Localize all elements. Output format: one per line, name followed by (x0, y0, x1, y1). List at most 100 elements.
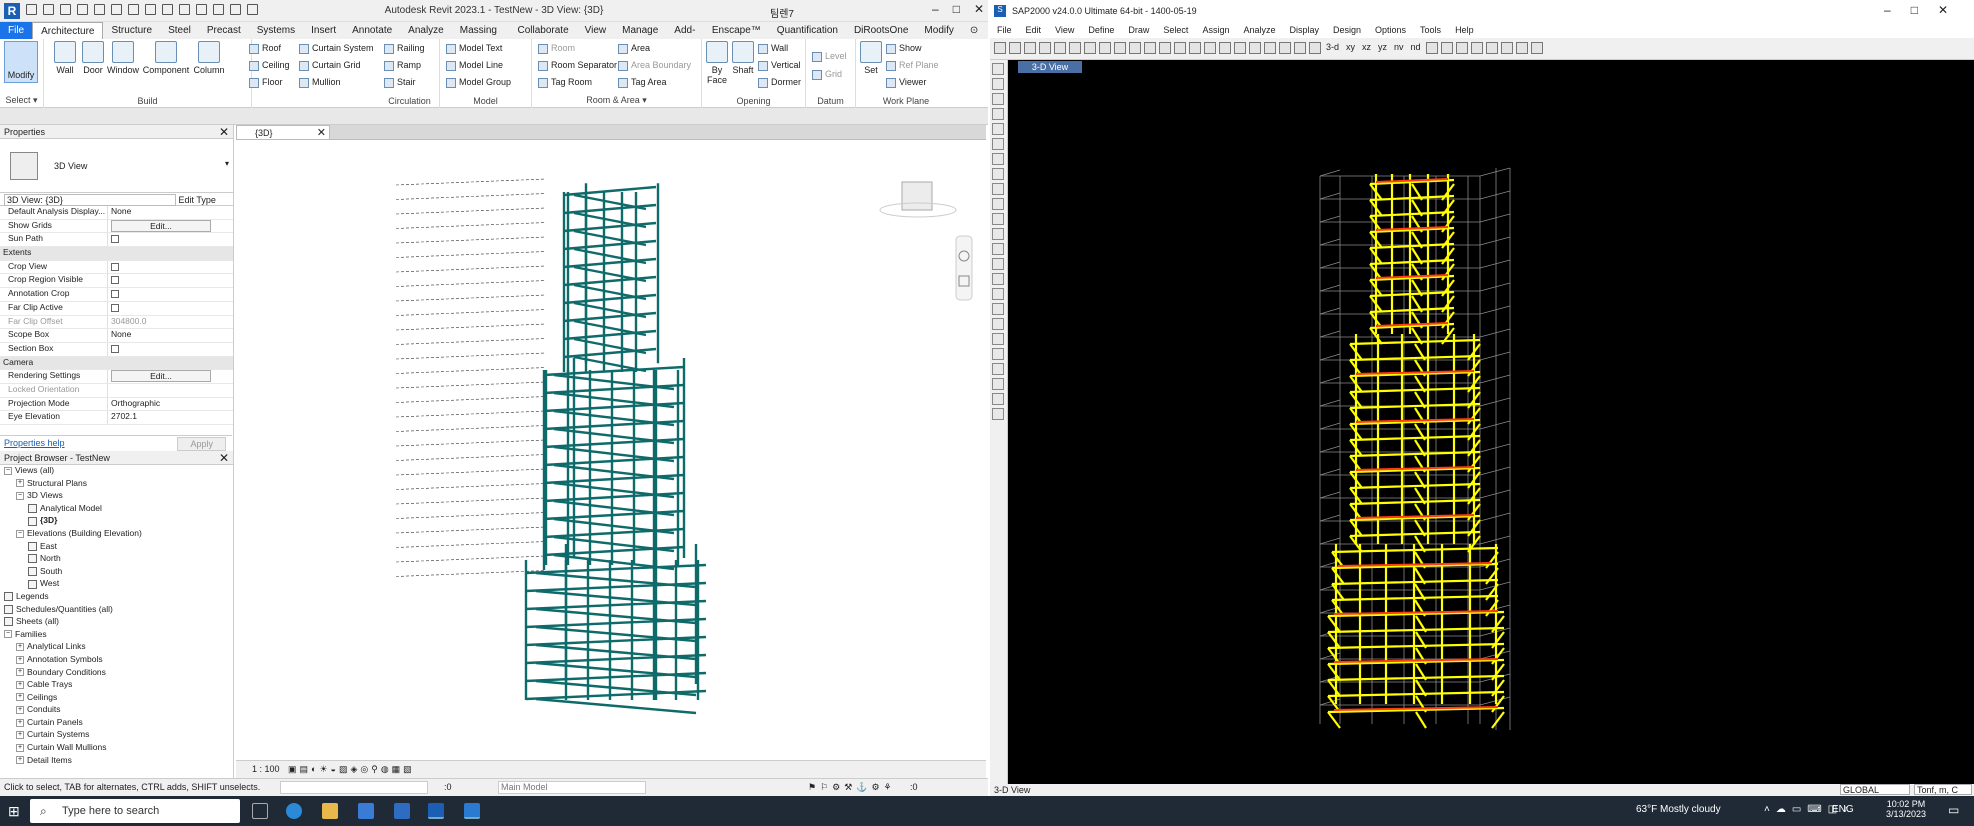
model-group-button[interactable]: Model Group (446, 77, 511, 88)
close-icon[interactable]: ✕ (974, 2, 984, 16)
sap-menu-select[interactable]: Select (1156, 25, 1195, 35)
vertical-opening-button[interactable]: Vertical (758, 60, 801, 71)
sap-menu-options[interactable]: Options (1368, 25, 1413, 35)
sap-tool-icon[interactable] (1024, 42, 1036, 54)
view-preset-button[interactable]: xz (1360, 42, 1373, 54)
sap-tool-icon[interactable] (1279, 42, 1291, 54)
browser-node[interactable]: Legends (0, 591, 233, 604)
view-preset-button[interactable]: xy (1344, 42, 1357, 54)
draw-tool-icon[interactable] (992, 168, 1004, 180)
workset-dropdown[interactable] (280, 781, 428, 794)
sap-tool-icon[interactable] (1114, 42, 1126, 54)
sap-tool-icon[interactable] (1174, 42, 1186, 54)
expand-icon[interactable]: + (16, 731, 24, 740)
browser-node[interactable]: − Views (all) (0, 465, 233, 478)
tab-structure[interactable]: Structure (103, 22, 160, 39)
contextual-tab-icon[interactable]: ⊙ ▾ (962, 22, 988, 53)
browser-node[interactable]: + Conduits (0, 704, 233, 717)
draw-tool-icon[interactable] (992, 333, 1004, 345)
browser-node[interactable]: + Curtain Panels (0, 717, 233, 730)
expand-icon[interactable]: + (16, 693, 24, 702)
tab-annotate[interactable]: Annotate (344, 22, 400, 39)
component-button[interactable]: Component (142, 41, 190, 75)
sap-menu-define[interactable]: Define (1081, 25, 1121, 35)
draw-tool-icon[interactable] (992, 63, 1004, 75)
file-explorer-icon[interactable] (322, 803, 338, 819)
sap-tool-icon[interactable] (1204, 42, 1216, 54)
revit-structure-model[interactable] (236, 140, 986, 760)
sap-3d-view[interactable] (1010, 74, 1974, 784)
mullion-button[interactable]: Mullion (299, 77, 341, 88)
property-value[interactable] (108, 302, 233, 315)
tab-quantification[interactable]: Quantification (769, 22, 846, 39)
coordinate-system-dropdown[interactable]: GLOBAL (1840, 784, 1910, 795)
chevron-down-icon[interactable]: ▾ (225, 159, 229, 168)
properties-help-link[interactable]: Properties help (4, 438, 65, 448)
dormer-button[interactable]: Dormer (758, 77, 801, 88)
checkbox[interactable] (111, 290, 119, 299)
expand-icon[interactable]: + (16, 680, 24, 689)
draw-tool-icon[interactable] (992, 393, 1004, 405)
revit-taskbar-icon[interactable] (428, 803, 444, 819)
collapse-icon[interactable]: − (4, 630, 12, 639)
browser-node[interactable]: + Analytical Links (0, 641, 233, 654)
draw-tool-icon[interactable] (992, 78, 1004, 90)
sap-tool-icon[interactable] (1129, 42, 1141, 54)
sap-tool-icon[interactable] (1485, 42, 1498, 54)
tab-manage[interactable]: Manage (614, 22, 666, 39)
level-button[interactable]: Level (812, 51, 847, 62)
task-view-icon[interactable] (252, 803, 268, 819)
expand-icon[interactable]: + (16, 718, 24, 727)
apply-button[interactable]: Apply (177, 437, 226, 451)
view-preset-button[interactable]: yz (1376, 42, 1389, 54)
sap-tool-icon[interactable] (1470, 42, 1483, 54)
taskbar-search-input[interactable]: ⌕ Type here to search (30, 799, 240, 823)
property-value[interactable]: None (108, 206, 233, 219)
sap-menu-draw[interactable]: Draw (1121, 25, 1156, 35)
shaft-button[interactable]: Shaft (730, 41, 756, 75)
draw-tool-icon[interactable] (992, 318, 1004, 330)
sap-menu-design[interactable]: Design (1326, 25, 1368, 35)
draw-tool-icon[interactable] (992, 213, 1004, 225)
browser-node[interactable]: Sheets (all) (0, 616, 233, 629)
by-face-button[interactable]: By Face (704, 41, 730, 85)
draw-tool-icon[interactable] (992, 108, 1004, 120)
sap-menu-edit[interactable]: Edit (1019, 25, 1049, 35)
navigation-bar[interactable] (955, 235, 973, 301)
checkbox[interactable] (111, 344, 119, 353)
property-value[interactable] (108, 384, 233, 397)
tab-architecture[interactable]: Architecture (32, 22, 104, 39)
expand-icon[interactable]: + (16, 655, 24, 664)
view-preset-button[interactable]: 3-d (1324, 42, 1341, 54)
browser-node[interactable]: East (0, 541, 233, 554)
sap-tool-icon[interactable] (1515, 42, 1528, 54)
tag-room-button[interactable]: Tag Room (538, 77, 592, 88)
units-dropdown[interactable]: Tonf, m, C (1914, 784, 1972, 795)
draw-tool-icon[interactable] (992, 363, 1004, 375)
sap-tool-icon[interactable] (1054, 42, 1066, 54)
edit-type-button[interactable]: Edit Type (179, 195, 216, 205)
sap-tool-icon[interactable] (1189, 42, 1201, 54)
area-button[interactable]: Area (618, 43, 650, 54)
revit-3d-view[interactable] (236, 140, 986, 760)
property-value[interactable]: 304800.0 (108, 316, 233, 329)
tab-systems[interactable]: Systems (249, 22, 303, 39)
sap-menu-tools[interactable]: Tools (1413, 25, 1448, 35)
ref-plane-button[interactable]: Ref Plane (886, 60, 939, 71)
weather-widget[interactable]: 63°F Mostly cloudy (1636, 804, 1721, 815)
close-icon[interactable]: ✕ (317, 126, 326, 139)
sap-tool-icon[interactable] (1069, 42, 1081, 54)
select-dropdown[interactable]: Select ▾ (0, 95, 43, 106)
floor-button[interactable]: Floor (249, 77, 283, 88)
tab-precast[interactable]: Precast (199, 22, 249, 39)
browser-node[interactable]: −3D Views (0, 490, 233, 503)
property-value[interactable]: Edit... (108, 370, 233, 383)
tab-add-ins[interactable]: Add-Ins (666, 22, 704, 53)
collapse-icon[interactable]: − (4, 466, 12, 475)
sap-tool-icon[interactable] (1455, 42, 1468, 54)
browser-node[interactable]: + Curtain Wall Mullions (0, 742, 233, 755)
property-value[interactable]: Orthographic (108, 398, 233, 411)
view-scale[interactable]: 1 : 100 (252, 764, 280, 774)
draw-tool-icon[interactable] (992, 243, 1004, 255)
window-button[interactable]: Window (106, 41, 140, 75)
